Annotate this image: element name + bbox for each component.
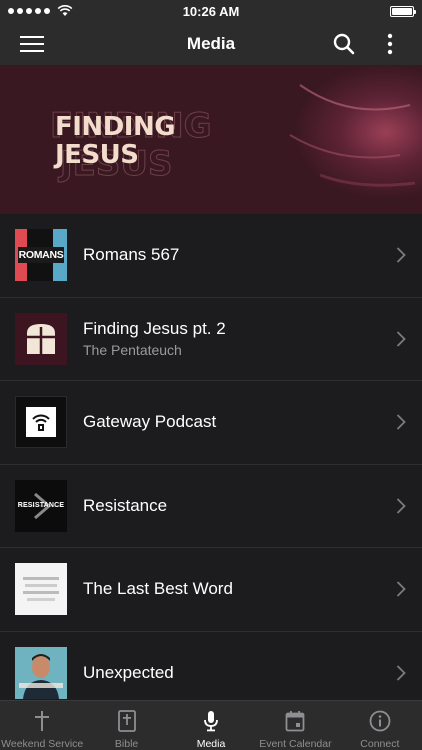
thumbnail-text: RESISTANCE bbox=[17, 502, 65, 510]
more-options-button[interactable] bbox=[368, 22, 412, 65]
tab-bar: Weekend Service Bible Media Event Calend… bbox=[0, 700, 422, 750]
featured-banner[interactable]: FINDING JESUS FINDING JESUS bbox=[0, 65, 422, 214]
page-title: Media bbox=[186, 33, 236, 53]
list-item[interactable]: RESISTANCE Resistance bbox=[0, 464, 422, 548]
item-title: Finding Jesus pt. 2 bbox=[83, 319, 226, 339]
more-vertical-icon bbox=[387, 33, 393, 54]
item-title: Resistance bbox=[83, 495, 168, 515]
list-item[interactable]: The Last Best Word bbox=[0, 548, 422, 632]
thumbnail-text: ROMANS bbox=[17, 247, 65, 264]
chevron-right-icon bbox=[396, 581, 406, 597]
series-thumbnail bbox=[15, 646, 67, 699]
podcast-wifi-icon bbox=[32, 414, 50, 432]
series-thumbnail bbox=[15, 396, 67, 449]
status-bar: 10:26 AM bbox=[0, 0, 422, 22]
tab-event-calendar[interactable]: Event Calendar bbox=[253, 701, 337, 750]
navigation-bar: Media bbox=[0, 22, 422, 65]
chevron-right-icon bbox=[396, 331, 406, 347]
menu-button[interactable] bbox=[10, 22, 54, 65]
cross-icon bbox=[35, 711, 50, 731]
info-icon bbox=[369, 710, 391, 732]
list-item[interactable]: ROMANS Romans 567 bbox=[0, 214, 422, 298]
tab-label: Media bbox=[196, 738, 226, 750]
tab-connect[interactable]: Connect bbox=[338, 701, 422, 750]
search-icon bbox=[333, 33, 355, 54]
text-artwork bbox=[23, 577, 59, 602]
list-item[interactable]: Gateway Podcast bbox=[0, 381, 422, 465]
item-subtitle: The Pentateuch bbox=[83, 342, 182, 359]
tab-label: Event Calendar bbox=[259, 738, 332, 750]
item-title: Romans 567 bbox=[83, 245, 180, 265]
item-title: Gateway Podcast bbox=[83, 412, 217, 432]
item-title: The Last Best Word bbox=[83, 579, 233, 599]
series-thumbnail bbox=[15, 312, 67, 365]
bible-icon bbox=[117, 710, 136, 732]
tab-weekend-service[interactable]: Weekend Service bbox=[0, 701, 84, 750]
series-thumbnail: RESISTANCE bbox=[15, 479, 67, 532]
menu-icon bbox=[20, 35, 44, 52]
tab-media[interactable]: Media bbox=[169, 701, 253, 750]
media-list: ROMANS Romans 567 Finding Jesus pt. 2 Th… bbox=[0, 214, 422, 715]
portrait-artwork bbox=[15, 646, 67, 699]
list-item[interactable]: Finding Jesus pt. 2 The Pentateuch bbox=[0, 297, 422, 381]
tab-label: Connect bbox=[360, 738, 400, 750]
chevron-right-icon bbox=[396, 247, 406, 263]
chevron-right-icon bbox=[396, 665, 406, 681]
wifi-icon bbox=[57, 5, 73, 16]
search-button[interactable] bbox=[322, 22, 366, 65]
chevron-right-icon bbox=[396, 414, 406, 430]
item-title: Unexpected bbox=[83, 662, 174, 682]
tab-label: Weekend Service bbox=[1, 738, 84, 750]
tab-bible[interactable]: Bible bbox=[84, 701, 168, 750]
signal-strength-icon bbox=[8, 5, 73, 17]
chevron-right-icon bbox=[396, 498, 406, 514]
tab-label: Bible bbox=[114, 738, 139, 750]
series-thumbnail bbox=[15, 563, 67, 616]
banner-title: FINDING JESUS bbox=[55, 112, 176, 170]
series-thumbnail: ROMANS bbox=[15, 229, 67, 282]
battery-icon bbox=[390, 5, 416, 17]
calendar-icon bbox=[286, 711, 305, 732]
microphone-icon bbox=[204, 711, 218, 732]
tablets-icon bbox=[27, 323, 55, 354]
